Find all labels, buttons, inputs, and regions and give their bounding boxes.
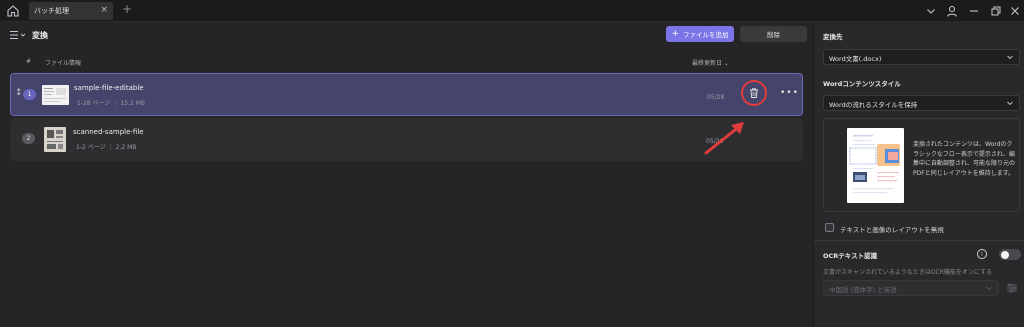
delete-button[interactable]: 削除 xyxy=(740,26,807,42)
file-pages: 1-28 ページ xyxy=(77,100,111,107)
close-icon[interactable] xyxy=(1008,4,1022,18)
annotation-arrow-icon xyxy=(704,122,744,155)
column-header-number: # xyxy=(26,58,32,65)
chevron-down-icon xyxy=(1007,101,1013,106)
file-thumbnail xyxy=(42,85,69,105)
info-icon[interactable]: i xyxy=(977,249,987,259)
content-style-value: Wordの流れるスタイルを保持 xyxy=(829,101,918,109)
content-style-label: Wordコンテンツスタイル xyxy=(823,80,901,88)
target-format-select[interactable]: Word文書(.docx) xyxy=(823,49,1020,65)
conversion-panel: 変換 + ファイルを追加 削除 # ファイル情報 最終更新日 ⌄ ↕ 1 sam… xyxy=(0,22,813,327)
title-bar: バッチ処理 × + xyxy=(0,0,1024,22)
file-pages: 1-2 ページ xyxy=(76,144,106,151)
plus-icon: + xyxy=(671,29,680,39)
list-menu-icon[interactable] xyxy=(9,30,27,40)
tab-label: バッチ処理 xyxy=(34,7,69,15)
ocr-language-value: 中国語 (簡体字) と英語 xyxy=(829,286,897,294)
tab-close-button[interactable]: × xyxy=(100,5,108,15)
preview-illustration xyxy=(847,128,904,203)
table-row[interactable]: 2 scanned-sample-file 1-2 ページ | 2.2 MB 05/… xyxy=(10,118,803,161)
chevron-down-icon[interactable] xyxy=(924,4,938,18)
table-row[interactable]: ↕ 1 sample-file-editable 1-28 ページ | 15.2 M… xyxy=(10,73,803,116)
trash-highlight xyxy=(741,80,767,106)
ignore-layout-label: テキストと画像のレイアウトを無視 xyxy=(840,226,944,234)
file-size: 15.2 MB xyxy=(120,100,145,107)
target-format-label: 変換先 xyxy=(823,33,843,41)
add-file-label: ファイルを追加 xyxy=(683,31,729,39)
toggle-knob xyxy=(1001,250,1009,259)
file-name: sample-file-editable xyxy=(74,84,144,92)
preview-description: 変換されたコンテンツは、Wordのクラシックなフロー表示で提示され、編集中に自動… xyxy=(913,141,1016,177)
column-header-file-info: ファイル情報 xyxy=(45,60,82,67)
chevron-down-icon xyxy=(986,286,992,291)
ignore-layout-checkbox[interactable] xyxy=(825,223,834,232)
divider xyxy=(814,240,1024,241)
column-header-last-updated[interactable]: 最終更新日 ⌄ xyxy=(692,58,729,67)
settings-icon xyxy=(1007,283,1017,293)
ocr-language-select: 中国語 (簡体字) と英語 xyxy=(823,280,999,296)
target-format-value: Word文書(.docx) xyxy=(829,55,882,63)
restore-icon[interactable] xyxy=(989,4,1003,18)
row-number: 2 xyxy=(22,133,35,144)
ocr-toggle[interactable] xyxy=(999,249,1021,260)
chevron-down-icon xyxy=(1007,55,1013,60)
home-icon[interactable] xyxy=(6,4,20,18)
content-style-select[interactable]: Wordの流れるスタイルを保持 xyxy=(823,95,1020,111)
file-meta: 1-28 ページ | 15.2 MB xyxy=(77,100,145,107)
drag-handle-icon[interactable]: ↕ xyxy=(15,88,23,98)
settings-panel: 変換先 Word文書(.docx) Wordコンテンツスタイル Wordの流れる… xyxy=(813,22,1024,327)
page-title: 変換 xyxy=(32,31,48,40)
file-meta: 1-2 ページ | 2.2 MB xyxy=(76,144,137,151)
style-preview: 変換されたコンテンツは、Wordのクラシックなフロー表示で提示され、編集中に自動… xyxy=(823,118,1020,212)
trash-icon[interactable] xyxy=(748,87,760,99)
minimize-icon[interactable] xyxy=(967,4,981,18)
more-icon[interactable]: ••• xyxy=(780,88,799,98)
file-thumbnail xyxy=(44,127,66,152)
new-tab-button[interactable]: + xyxy=(122,2,132,16)
add-file-button[interactable]: + ファイルを追加 xyxy=(666,26,734,42)
row-number: 1 xyxy=(23,89,36,100)
user-icon[interactable] xyxy=(945,4,959,18)
file-date: 05/28 xyxy=(707,94,725,101)
ocr-hint: 文書がスキャンされているようなときはOCR機能をオンにする xyxy=(823,269,992,276)
file-size: 2.2 MB xyxy=(115,144,137,151)
file-name: scanned-sample-file xyxy=(73,128,144,136)
tab-batch[interactable]: バッチ処理 × xyxy=(29,2,113,20)
ocr-label: OCRテキスト認識 xyxy=(823,252,878,260)
